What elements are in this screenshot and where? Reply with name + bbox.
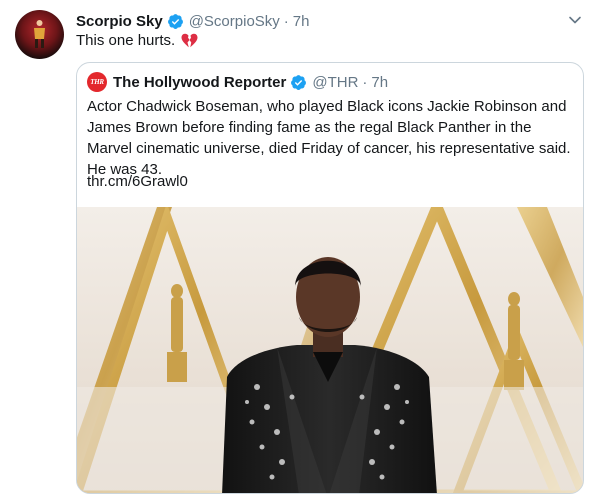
quoted-photo[interactable] (77, 207, 583, 493)
tweet-header: Scorpio Sky @ScorpioSky · 7h (76, 11, 309, 31)
verified-badge-icon (167, 13, 183, 29)
quoted-text: Actor Chadwick Boseman, who played Black… (87, 98, 571, 178)
tweet-card[interactable]: Scorpio Sky @ScorpioSky · 7h This one hu… (0, 0, 600, 497)
quoted-author-name[interactable]: The Hollywood Reporter (113, 74, 286, 91)
quoted-author-handle[interactable]: @THR (312, 74, 358, 91)
quoted-timestamp[interactable]: 7h (371, 74, 388, 91)
author-name[interactable]: Scorpio Sky (76, 13, 163, 30)
thr-logo[interactable]: THR (87, 72, 107, 92)
tweet-timestamp[interactable]: 7h (293, 13, 310, 30)
red-carpet-photo (77, 207, 583, 493)
avatar-figure-icon (34, 20, 45, 48)
author-avatar[interactable] (15, 10, 64, 59)
chevron-down-icon[interactable] (568, 13, 582, 27)
author-handle[interactable]: @ScorpioSky (189, 13, 280, 30)
separator-dot: · (362, 73, 368, 91)
quoted-tweet[interactable]: THR The Hollywood Reporter @THR · 7h Act… (76, 62, 584, 494)
broken-heart-emoji (181, 33, 198, 47)
quoted-header: THR The Hollywood Reporter @THR · 7h (87, 72, 388, 92)
tweet-body: This one hurts. (76, 32, 176, 49)
verified-badge-icon (291, 74, 307, 90)
quoted-link[interactable]: thr.cm/6Grawl0 (87, 173, 188, 190)
tweet-text: This one hurts. (76, 32, 198, 49)
separator-dot: · (283, 12, 289, 30)
